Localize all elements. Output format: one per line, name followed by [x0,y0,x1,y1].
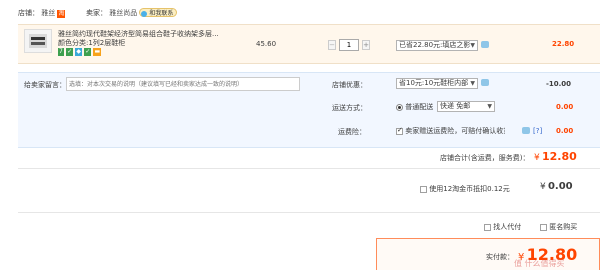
quantity-decrease-button[interactable]: − [328,40,336,50]
unit-price: 45.60 [256,40,277,48]
divider [18,212,600,213]
store-total-amount: 12.80 [541,150,577,163]
shop-line: 店铺： 雅丝 淘 [18,8,66,18]
insurance-help-link[interactable]: [?] [533,127,542,135]
shipping-label: 运送方式： [332,104,367,112]
insurance-text: 卖家赠送运费险，可赔付确认收货... [405,127,505,135]
quantity-input[interactable] [339,39,359,51]
wangwang-icon [141,10,148,17]
seller-label: 卖家： [86,9,107,17]
coins-currency: ¥ [540,182,546,192]
insurance-label: 运费险： [338,128,366,136]
seller-message-input[interactable] [66,77,300,91]
proxy-pay-checkbox[interactable]: 找人代付 [484,222,521,232]
shipping-select-value: 快递 免邮 [440,102,471,110]
coins-amount: 0.00 [547,181,573,192]
quality-badge-icon: ✓ [66,48,74,56]
watermark: 值 什么值得买 [514,259,565,268]
product-thumbnail[interactable] [24,29,52,53]
payment-label: 实付款： [486,253,514,261]
tmall-shop-icon: 淘 [57,10,66,18]
chevron-down-icon: ▼ [470,80,475,87]
credit-card-icon: ▬ [93,48,102,56]
checkbox-icon [484,223,491,231]
checkbox-icon [540,223,547,231]
coins-checkbox[interactable]: 使用12淘金币抵扣0.12元 [420,184,510,194]
item-subtotal: 22.80 [552,40,575,48]
coins-text: 使用12淘金币抵扣0.12元 [429,185,510,193]
seller-line: 卖家： 雅丝尚品 和我联系 [86,8,178,18]
store-total-currency: ¥ [534,153,540,163]
chat-bubble-icon[interactable] [522,127,530,134]
shipping-select[interactable]: 快递 免邮 ▼ [437,101,495,112]
checkbox-icon [420,185,427,193]
service-badges: 7 ✓ ◆ ✓ ▬ [58,47,102,56]
shop-name-link[interactable]: 雅丝 [41,9,55,17]
coins-total: ¥ 0.00 [540,181,573,192]
chevron-down-icon: ▼ [470,42,475,49]
chat-bubble-icon[interactable] [481,41,489,48]
shipping-option-label: 普通配送 [405,103,434,111]
insurance-checkbox[interactable]: ✓ 卖家赠送运费险，可赔付确认收货... [396,126,505,136]
contact-seller-button[interactable]: 和我联系 [139,8,178,17]
contact-seller-label: 和我联系 [149,10,174,17]
proxy-pay-label: 找人代付 [493,223,522,231]
anonymous-checkbox[interactable]: 匿名购买 [540,222,577,232]
store-promo-select[interactable]: 省10元:10元鞋柜内部 ▼ [396,78,478,89]
seller-name-link[interactable]: 雅丝尚品 [109,9,137,17]
store-promo-value: 省10元:10元鞋柜内部 [399,79,469,87]
chat-bubble-icon[interactable] [481,79,489,86]
store-promo-label: 店铺优惠： [332,81,367,89]
anonymous-label: 匿名购买 [549,223,578,231]
divider [18,168,600,169]
store-promo-amount: -10.00 [546,80,572,88]
checkbox-checked-icon: ✓ [396,125,403,135]
insurance-amount: 0.00 [556,127,574,135]
shipping-option-radio[interactable]: 普通配送 [396,102,433,112]
store-total: ¥ 12.80 [534,150,577,163]
shipping-amount: 0.00 [556,103,574,111]
guarantee-badge-icon: ✓ [84,48,92,56]
quantity-increase-button[interactable]: + [362,40,370,50]
shop-label: 店铺： [18,9,39,17]
radio-selected-icon [396,103,403,111]
store-total-label: 店铺合计(含运费，服务费)： [440,154,530,162]
seven-day-return-icon: 7 [58,48,64,56]
delivery-badge-icon: ◆ [75,48,82,56]
message-label: 给卖家留言： [24,81,66,89]
item-discount-value: 已省22.80元:填店之影 [399,41,471,49]
chevron-down-icon: ▼ [487,103,492,110]
item-discount-select[interactable]: 已省22.80元:填店之影 ▼ [396,40,478,51]
